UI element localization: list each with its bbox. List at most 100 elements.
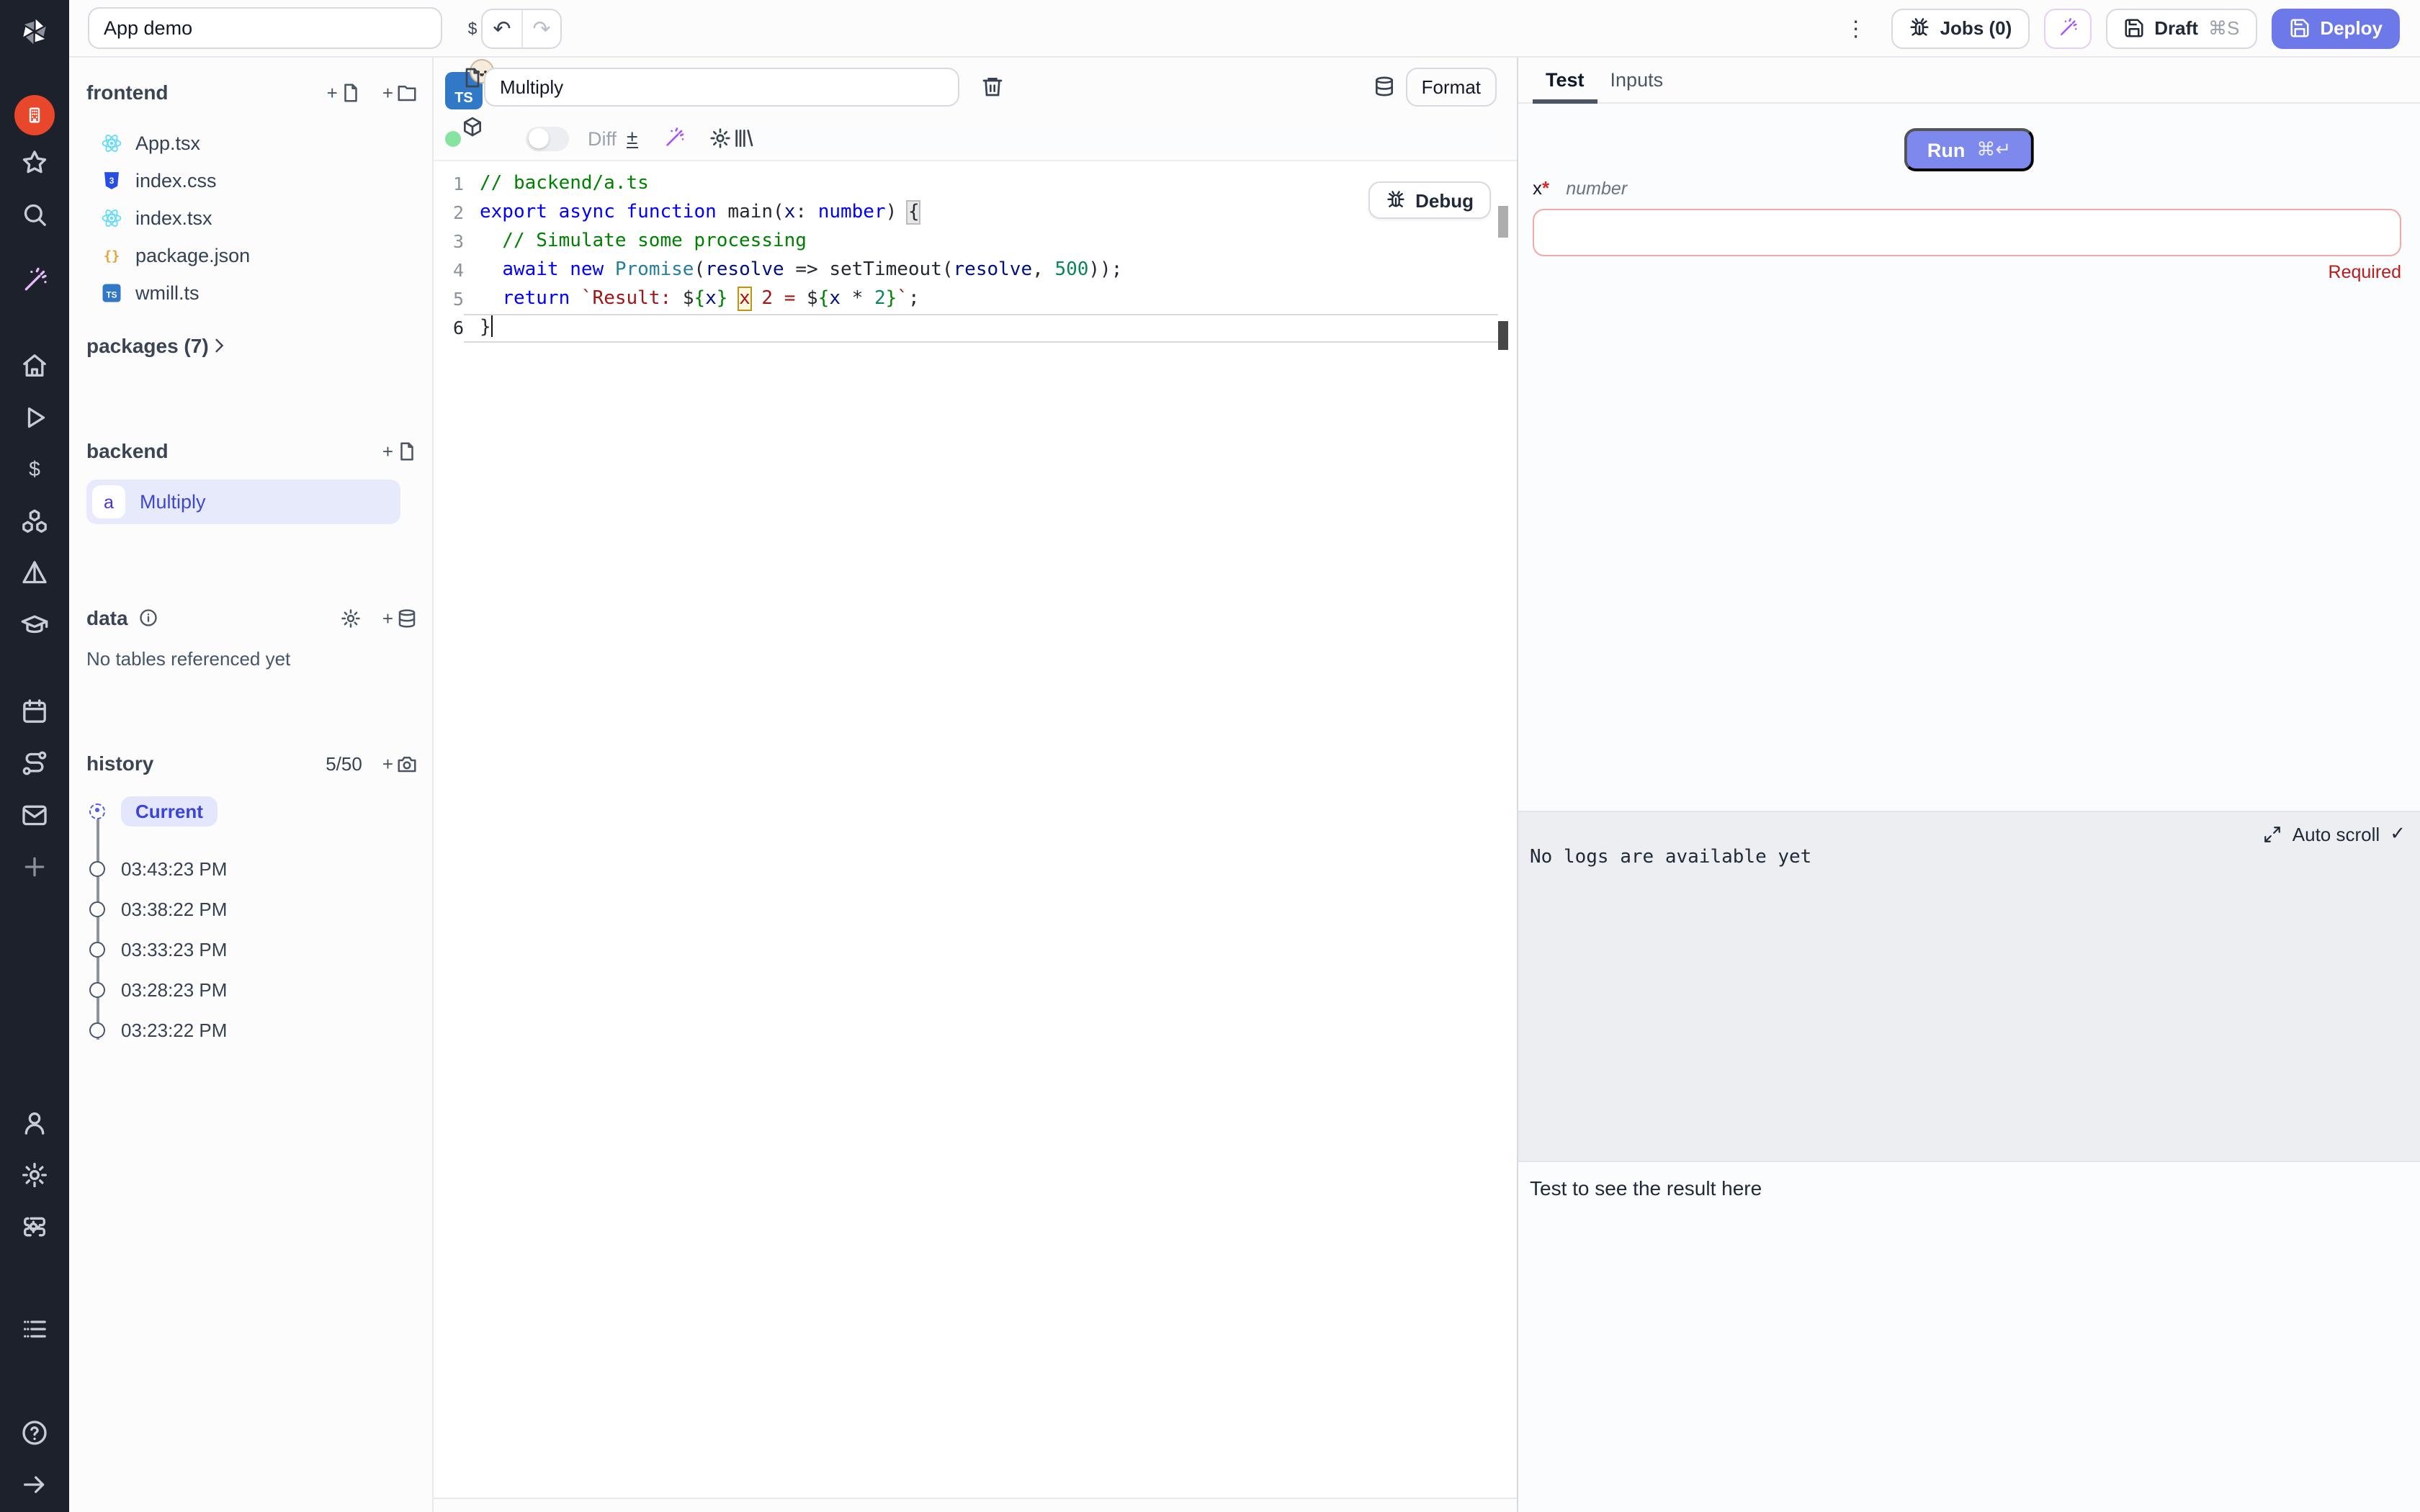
- code-editor[interactable]: 1// backend/a.ts2export async function m…: [434, 161, 1517, 1498]
- file-icon[interactable]: [461, 66, 491, 89]
- add-file-button[interactable]: +: [327, 81, 362, 103]
- code-line-6[interactable]: 6}: [434, 314, 1517, 343]
- backend-section-header: backend +: [86, 439, 418, 462]
- debug-button[interactable]: Debug: [1368, 181, 1491, 219]
- topbar-actions: ⋮ Jobs (0) Draft ⌘S Deploy: [1837, 8, 2400, 48]
- history-entry[interactable]: 03:33:23 PM: [86, 933, 227, 965]
- editor-toolbar: $$ Diff ±: [434, 115, 1517, 161]
- field-name: x: [1533, 177, 1542, 199]
- autoscroll-label[interactable]: Auto scroll: [2293, 823, 2380, 845]
- chevron-right-icon: [209, 336, 229, 356]
- history-entry[interactable]: 03:23:22 PM: [86, 1014, 227, 1045]
- logs-list-icon: [20, 1315, 49, 1344]
- timeline-marker-icon: [89, 981, 105, 997]
- tab-test[interactable]: Test: [1533, 60, 1597, 102]
- boxes-icon: [20, 507, 49, 536]
- history-timestamp: 03:23:22 PM: [121, 1019, 227, 1040]
- deploy-button[interactable]: Deploy: [2271, 8, 2400, 48]
- code-line-4[interactable]: 4 await new Promise(resolve => setTimeou…: [434, 256, 1517, 285]
- search-rail-button[interactable]: [20, 200, 49, 229]
- history-entry-current[interactable]: Current: [86, 795, 218, 827]
- script-title-input[interactable]: [484, 68, 959, 107]
- magic-wand-rail-button[interactable]: [20, 266, 49, 295]
- expand-logs-icon[interactable]: [2264, 824, 2282, 843]
- packages-toggle[interactable]: packages (7): [86, 334, 418, 357]
- code-line-1[interactable]: 1// backend/a.ts: [434, 170, 1517, 199]
- folder-open-rail-button[interactable]: [20, 1264, 49, 1293]
- schema-database-icon[interactable]: [1373, 75, 1396, 98]
- magic-wand-icon: [20, 266, 49, 295]
- bug-icon: [1909, 17, 1930, 39]
- plus-rail-button[interactable]: [20, 852, 49, 881]
- diff-toggle[interactable]: [526, 126, 569, 150]
- file-item-index.tsx[interactable]: index.tsx: [101, 199, 212, 236]
- script-badge: a: [92, 485, 125, 518]
- editor-scrollbar-thumb[interactable]: [1498, 206, 1508, 238]
- ai-assistant-button[interactable]: [2043, 8, 2091, 48]
- backend-script-multiply[interactable]: a Multiply: [86, 480, 400, 524]
- server-cog-rail-button[interactable]: [20, 1212, 49, 1241]
- add-script-button[interactable]: +: [382, 440, 418, 462]
- x-number-input[interactable]: [1533, 209, 2401, 256]
- undo-redo-group: ↶ ↷: [481, 8, 562, 48]
- history-timestamp: 03:38:22 PM: [121, 898, 227, 919]
- windmill-logo-icon[interactable]: [17, 14, 52, 49]
- logs-list-rail-button[interactable]: [20, 1315, 49, 1344]
- editor-settings-icon[interactable]: [708, 127, 731, 150]
- format-button[interactable]: Format: [1406, 68, 1497, 107]
- run-button[interactable]: Run ⌘↵: [1904, 128, 2034, 171]
- svg-text:{}: {}: [104, 248, 120, 263]
- app-name-input[interactable]: [88, 7, 442, 49]
- pyramid-rail-button[interactable]: [20, 559, 49, 588]
- graduation-cap-rail-button[interactable]: [20, 611, 49, 639]
- home-rail-button[interactable]: [20, 351, 49, 380]
- input-field-x: x* number Required: [1533, 176, 2401, 282]
- file-item-index.css[interactable]: 3index.css: [101, 161, 217, 199]
- file-item-app.tsx[interactable]: App.tsx: [101, 124, 200, 161]
- mail-icon: [20, 801, 49, 829]
- add-folder-button[interactable]: +: [382, 81, 418, 103]
- add-snapshot-button[interactable]: +: [382, 752, 418, 774]
- dollar-rail-button[interactable]: $: [20, 455, 49, 484]
- arrow-right-rail-button[interactable]: [20, 1470, 49, 1499]
- mail-rail-button[interactable]: [20, 801, 49, 829]
- play-rail-button[interactable]: [20, 403, 49, 432]
- more-menu-button[interactable]: ⋮: [1837, 15, 1877, 41]
- add-database-button[interactable]: +: [382, 607, 418, 629]
- data-settings-button[interactable]: [341, 607, 362, 629]
- package-icon[interactable]: [461, 115, 491, 138]
- history-entry[interactable]: 03:43:23 PM: [86, 852, 227, 884]
- library-icon[interactable]: [731, 127, 1494, 150]
- route-rail-button[interactable]: [20, 749, 49, 778]
- redo-button[interactable]: ↷: [521, 9, 560, 47]
- tab-inputs[interactable]: Inputs: [1597, 60, 1677, 102]
- boxes-rail-button[interactable]: [20, 507, 49, 536]
- history-count: 5/50: [326, 752, 362, 774]
- draft-button[interactable]: Draft ⌘S: [2105, 8, 2257, 48]
- file-item-package.json[interactable]: {} package.json: [101, 236, 250, 274]
- code-line-2[interactable]: 2export async function main(x: number) {: [434, 199, 1517, 228]
- code-line-3[interactable]: 3 // Simulate some processing: [434, 228, 1517, 256]
- calendar-rail-button[interactable]: [20, 697, 49, 726]
- file-item-wmill.ts[interactable]: TSwmill.ts: [101, 274, 200, 311]
- left-nav-rail: $: [0, 0, 69, 1512]
- file-label: package.json: [135, 244, 250, 266]
- user-rail-button[interactable]: [20, 1109, 49, 1138]
- building-rail-button[interactable]: [14, 95, 55, 135]
- help-circle-rail-button[interactable]: [20, 1418, 49, 1447]
- code-line-5[interactable]: 5 return `Result: ${x} x 2 = ${x * 2}`;: [434, 285, 1517, 314]
- jobs-button[interactable]: Jobs (0): [1891, 8, 2030, 48]
- settings-rail-button[interactable]: [20, 1161, 49, 1189]
- history-entry[interactable]: 03:28:23 PM: [86, 973, 227, 1005]
- explorer-sidebar: frontend + + App.tsx3index.cssindex.tsx{…: [69, 58, 434, 1512]
- code-text: return `Result: ${x} x 2 = ${x * 2}`;: [464, 285, 920, 314]
- diff-plus-minus-icon[interactable]: ±: [627, 128, 637, 148]
- history-entry[interactable]: 03:38:22 PM: [86, 893, 227, 924]
- ai-wand-icon[interactable]: [662, 127, 685, 150]
- star-rail-button[interactable]: [20, 148, 49, 177]
- arrow-right-icon: [20, 1470, 49, 1499]
- delete-script-button[interactable]: [981, 75, 1004, 98]
- route-icon: [20, 749, 49, 778]
- css3-icon: 3: [101, 169, 122, 191]
- dollar-icon[interactable]: $: [461, 17, 491, 40]
